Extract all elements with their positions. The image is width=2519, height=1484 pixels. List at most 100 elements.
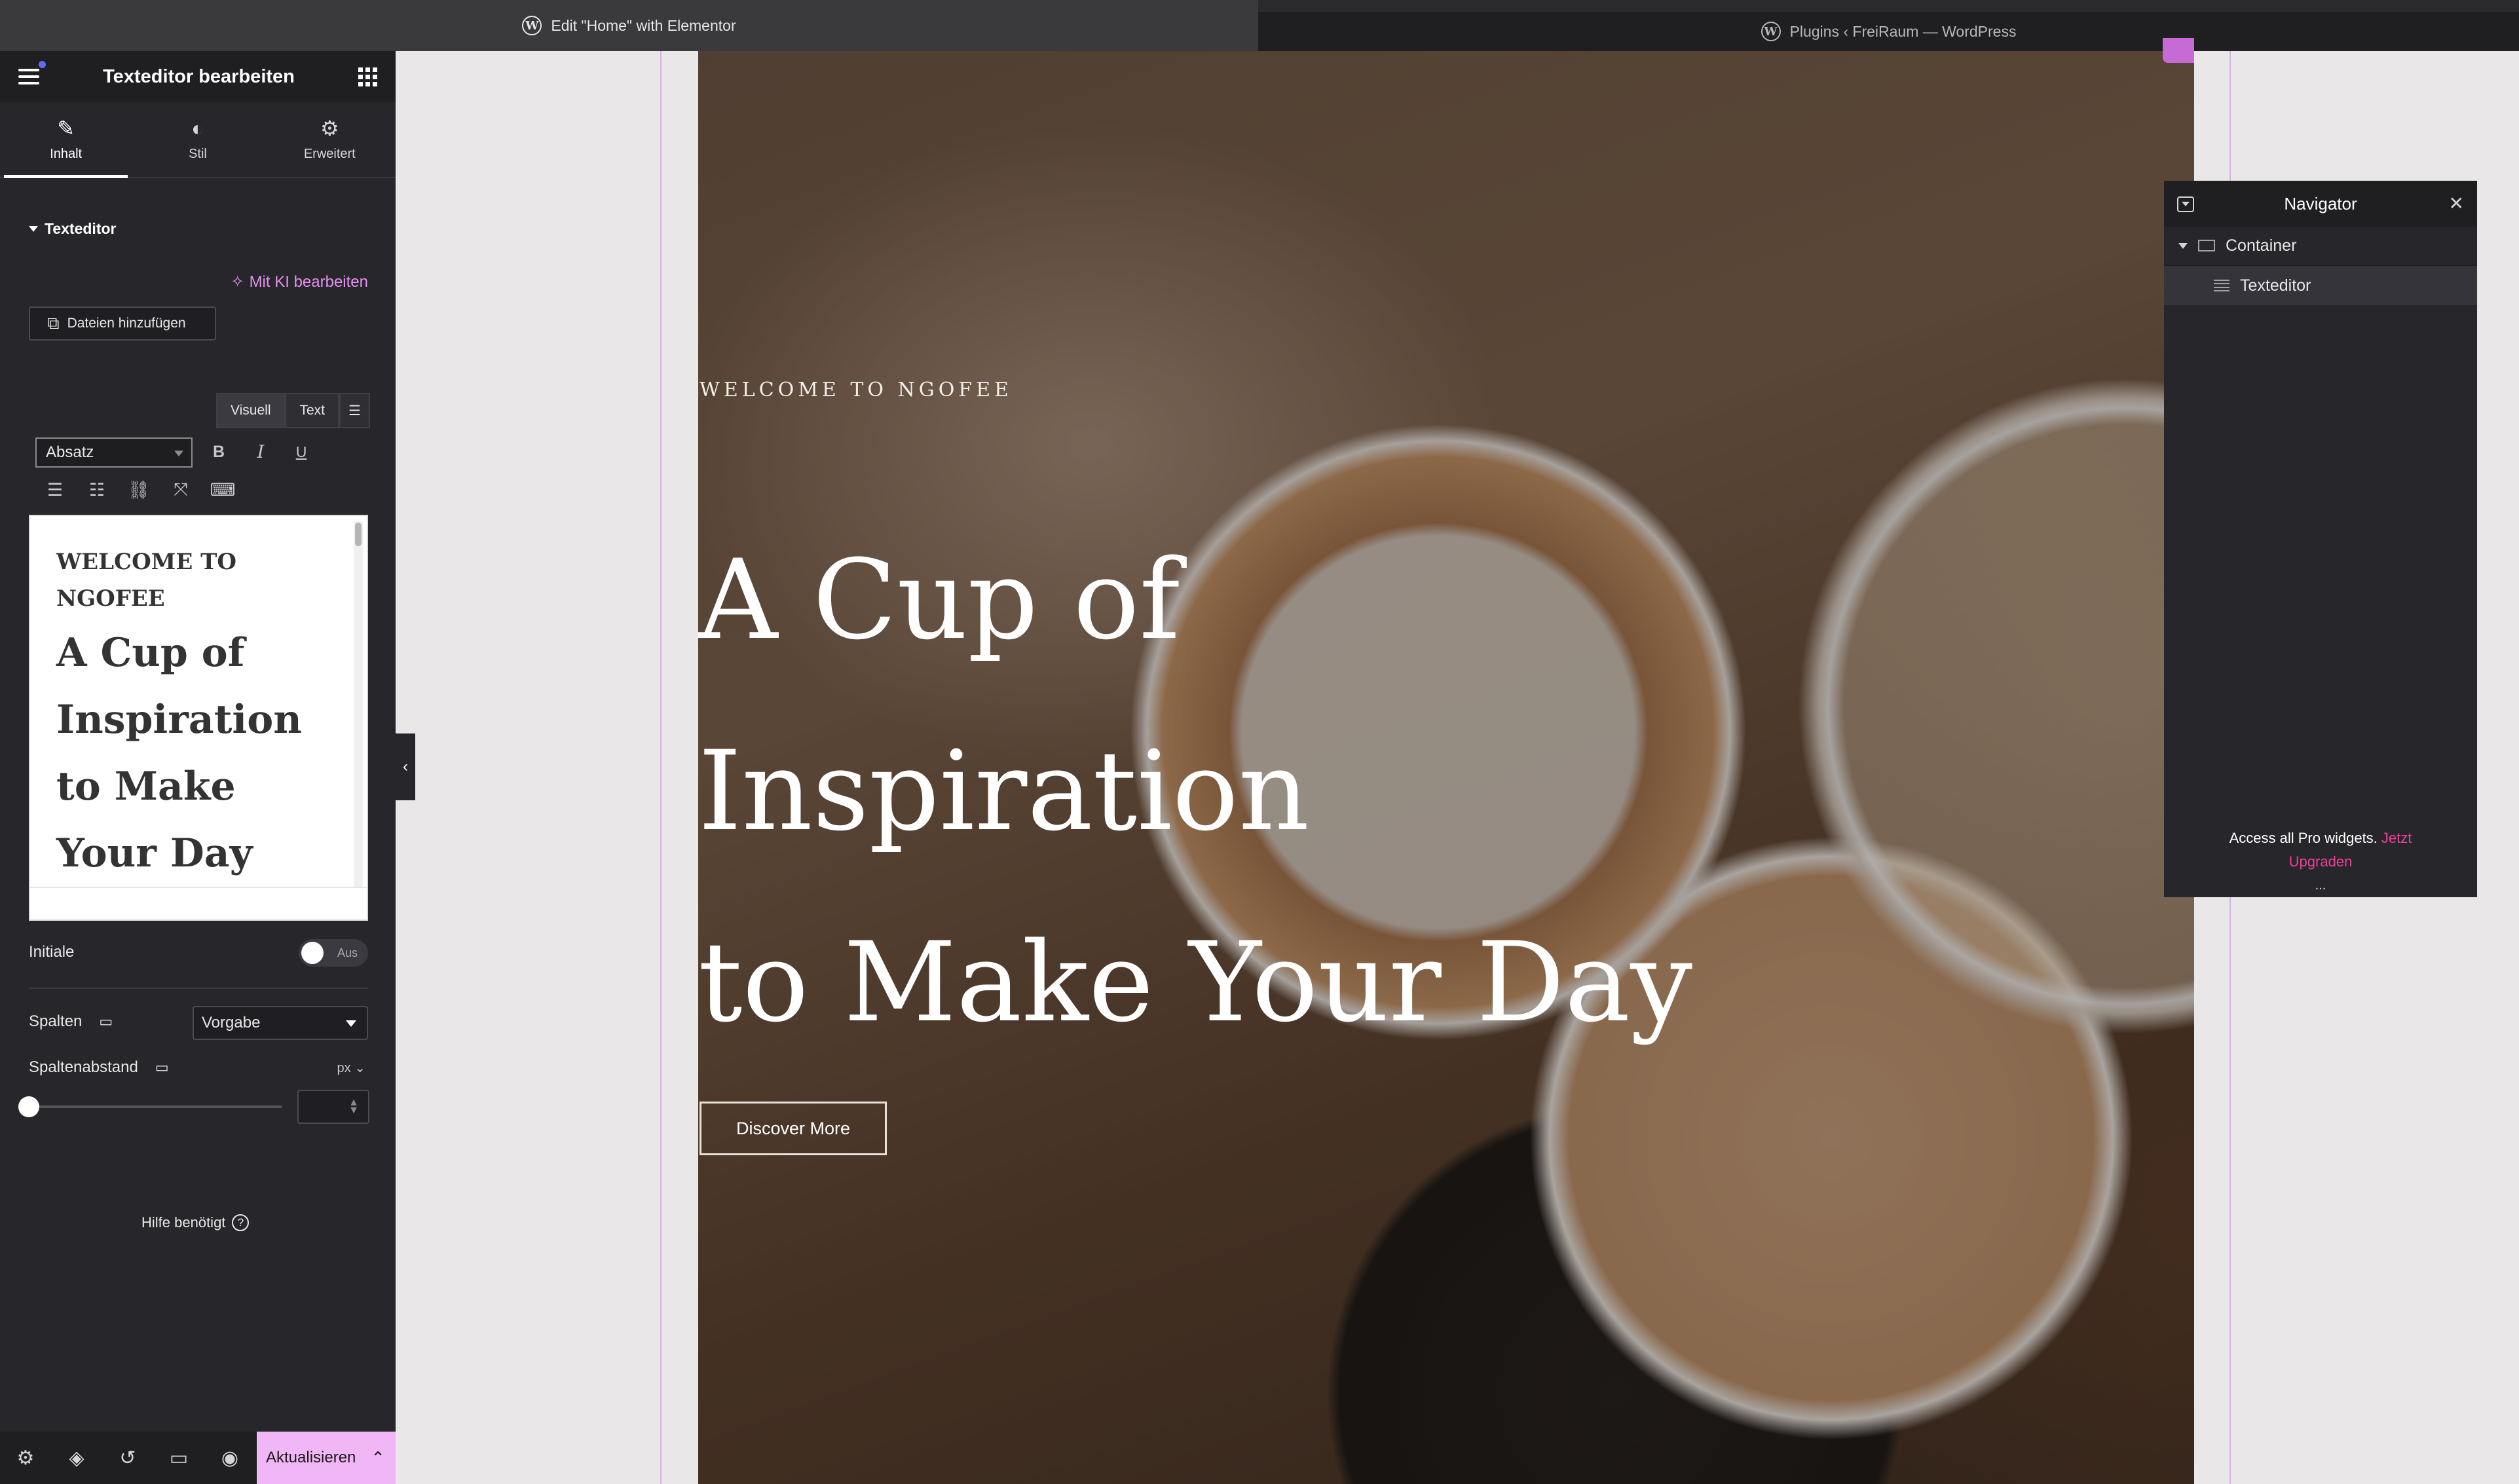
navigator-resize-handle[interactable]: ... bbox=[2164, 878, 2477, 893]
numbered-list-icon[interactable]: ☷ bbox=[84, 477, 110, 503]
help-label: Hilfe benötigt bbox=[141, 1214, 226, 1231]
collapse-panel-handle[interactable]: ‹ bbox=[396, 733, 415, 800]
tab-stil[interactable]: ◐ Stil bbox=[132, 102, 263, 177]
hero-title-line: A Cup of bbox=[698, 536, 1180, 664]
tab-label: Inhalt bbox=[50, 146, 83, 161]
navigator-item-container[interactable]: Container bbox=[2164, 227, 2477, 266]
text-editor-icon bbox=[2214, 280, 2230, 291]
italic-icon[interactable]: I bbox=[248, 439, 274, 465]
panel-footer: ⚙ ◈ ↺ ▭ ◉ Aktualisieren ⌃ bbox=[0, 1432, 396, 1484]
editor-heading-text: A Cup of Inspiration to Make Your Day bbox=[56, 630, 302, 876]
panel-tabs: ✎ Inhalt ◐ Stil ⚙ Erweitert bbox=[0, 102, 396, 178]
section-toggle-texteditor[interactable]: Texteditor bbox=[29, 220, 116, 238]
close-icon[interactable]: ✕ bbox=[2449, 193, 2464, 214]
discover-more-button[interactable]: Discover More bbox=[700, 1102, 887, 1155]
toggle-knob bbox=[301, 942, 324, 964]
browser-tab-plugins[interactable]: W Plugins ‹ FreiRaum — WordPress bbox=[1258, 0, 2519, 51]
panel-title: Texteditor bearbeiten bbox=[103, 65, 295, 87]
help-link[interactable]: Hilfe benötigt ? bbox=[141, 1214, 250, 1231]
divider bbox=[29, 988, 368, 989]
spinner-icon[interactable]: ▲ ▼ bbox=[348, 1098, 359, 1116]
tab-label: Erweitert bbox=[303, 146, 356, 161]
update-label: Aktualisieren bbox=[266, 1449, 356, 1466]
underline-icon[interactable]: U bbox=[288, 439, 314, 465]
wordpress-icon: W bbox=[522, 16, 542, 35]
caret-down-icon[interactable] bbox=[2178, 242, 2188, 249]
fullscreen-icon[interactable]: ⤧ bbox=[168, 477, 194, 503]
tab-erweitert[interactable]: ⚙ Erweitert bbox=[264, 102, 396, 177]
widgets-grid-icon[interactable] bbox=[358, 67, 377, 86]
spinner-wrap: ▲ ▼ bbox=[297, 1090, 369, 1124]
text-editor-area[interactable]: WELCOME TO NGOFEE A Cup of Inspiration t… bbox=[29, 515, 368, 921]
hero-welcome-text: WELCOME TO NGOFEE bbox=[700, 379, 1013, 401]
question-icon: ? bbox=[232, 1214, 250, 1231]
container-handle[interactable] bbox=[2163, 38, 2194, 63]
sparkle-icon: ✧ bbox=[231, 273, 244, 291]
chevron-up-icon[interactable]: ⌃ bbox=[371, 1448, 385, 1468]
section-title: Texteditor bbox=[45, 220, 117, 237]
spaltenabstand-label: Spaltenabstand bbox=[29, 1058, 138, 1076]
tab-visuell[interactable]: Visuell bbox=[216, 393, 286, 428]
update-button[interactable]: Aktualisieren ⌃ bbox=[257, 1432, 396, 1484]
pencil-icon: ✎ bbox=[57, 116, 75, 140]
gear-icon: ⚙ bbox=[320, 116, 339, 140]
caret-down-icon bbox=[29, 226, 38, 232]
layers-icon[interactable]: ◈ bbox=[51, 1432, 102, 1484]
slider-handle[interactable] bbox=[18, 1096, 39, 1117]
container-icon bbox=[2198, 240, 2215, 251]
pro-text: Access all Pro widgets. bbox=[2229, 830, 2378, 846]
preview-eye-icon[interactable]: ◉ bbox=[204, 1432, 255, 1484]
desktop-icon[interactable]: ▭ bbox=[99, 1013, 113, 1030]
chevron-left-icon: ‹ bbox=[403, 758, 408, 775]
hero-title-line: Inspiration bbox=[698, 727, 1310, 855]
editor-toolbar: Absatz B I U ☰ ☷ ⛓ ⤧ ⌨ bbox=[29, 431, 368, 515]
unit-label: px bbox=[337, 1061, 351, 1075]
slider-track[interactable] bbox=[29, 1105, 282, 1108]
tab-inhalt[interactable]: ✎ Inhalt bbox=[0, 102, 132, 178]
ai-edit-label: Mit KI bearbeiten bbox=[249, 272, 368, 291]
hero-title-line: to Make Your Day bbox=[698, 918, 1692, 1047]
unit-select[interactable]: px ⌄ bbox=[337, 1060, 365, 1076]
contrast-icon: ◐ bbox=[191, 116, 204, 140]
bullet-list-icon[interactable]: ☰ bbox=[42, 477, 68, 503]
ai-edit-link[interactable]: ✧ Mit KI bearbeiten bbox=[231, 272, 368, 291]
add-files-button[interactable]: ⧉ Dateien hinzufügen bbox=[29, 306, 216, 341]
hero-section[interactable]: WELCOME TO NGOFEE A Cup of Inspiration t… bbox=[698, 51, 2194, 1484]
toolbar-toggle-icon[interactable]: ☰ bbox=[339, 393, 370, 428]
add-files-label: Dateien hinzufügen bbox=[67, 316, 186, 331]
canvas-guide-left bbox=[660, 51, 662, 1484]
keyboard-icon[interactable]: ⌨ bbox=[210, 477, 236, 503]
editor-welcome-text: WELCOME TO NGOFEE bbox=[56, 549, 236, 612]
link-icon[interactable]: ⛓ bbox=[126, 477, 152, 503]
browser-tab-elementor[interactable]: W Edit "Home" with Elementor bbox=[0, 0, 1258, 51]
bold-icon[interactable]: B bbox=[206, 439, 232, 465]
browser-tab-label: Plugins ‹ FreiRaum — WordPress bbox=[1789, 22, 2017, 40]
hero-title: A Cup of Inspiration to Make Your Day bbox=[698, 504, 1812, 1078]
navigator-panel: Navigator ✕ Container Texteditor Access … bbox=[2164, 181, 2477, 897]
collapse-all-icon[interactable] bbox=[2177, 196, 2194, 212]
browser-tabstrip: W Edit "Home" with Elementor W Plugins ‹… bbox=[0, 0, 2519, 51]
format-select[interactable]: Absatz bbox=[35, 437, 193, 468]
desktop-icon[interactable]: ▭ bbox=[155, 1059, 169, 1076]
spalten-select[interactable]: Vorgabe bbox=[193, 1006, 368, 1040]
editor-resize-bar[interactable] bbox=[30, 887, 367, 919]
editor-mode-tabs: Visuell Text ☰ bbox=[216, 393, 370, 428]
upgrade-link-2[interactable]: Upgraden bbox=[2289, 853, 2353, 870]
menu-icon[interactable] bbox=[18, 61, 46, 84]
media-icon: ⧉ bbox=[47, 313, 60, 333]
notification-dot bbox=[39, 61, 46, 68]
spalten-label: Spalten bbox=[29, 1012, 83, 1030]
navigator-item-texteditor[interactable]: Texteditor bbox=[2164, 266, 2477, 305]
history-icon[interactable]: ↺ bbox=[102, 1432, 153, 1484]
editor-content: WELCOME TO NGOFEE A Cup of Inspiration t… bbox=[56, 544, 331, 887]
settings-icon[interactable]: ⚙ bbox=[0, 1432, 51, 1484]
toggle-label: Aus bbox=[337, 946, 358, 959]
responsive-icon[interactable]: ▭ bbox=[153, 1432, 204, 1484]
navigator-item-label: Container bbox=[2226, 236, 2297, 255]
initiale-toggle[interactable]: Aus bbox=[299, 939, 368, 967]
tab-text[interactable]: Text bbox=[285, 393, 339, 428]
editor-scrollbar[interactable] bbox=[354, 521, 363, 887]
spalten-row: Spalten ▭ bbox=[29, 1012, 113, 1031]
navigator-item-label: Texteditor bbox=[2240, 276, 2311, 295]
upgrade-link-1[interactable]: Jetzt bbox=[2381, 830, 2412, 846]
